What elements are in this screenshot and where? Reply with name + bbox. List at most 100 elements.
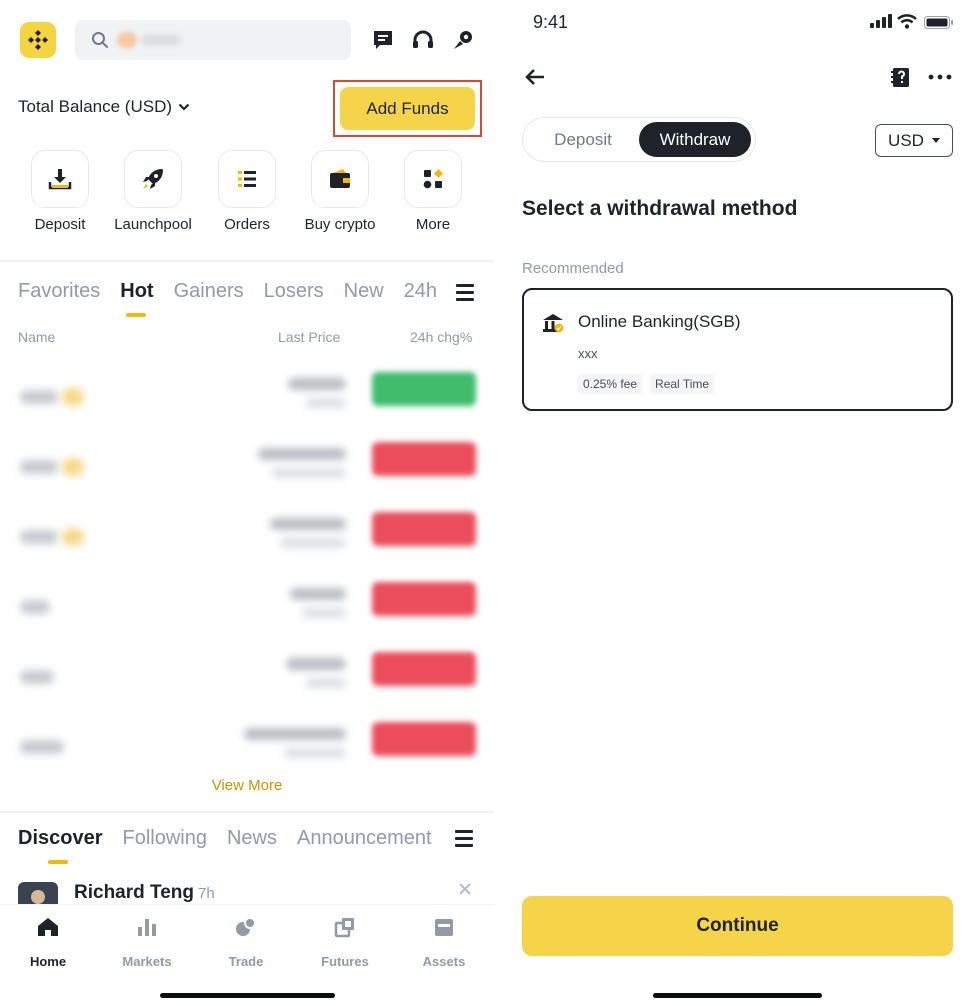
search-suggestion-blur xyxy=(141,35,181,45)
nav-futures[interactable]: Futures xyxy=(305,915,385,969)
page-title: Select a withdrawal method xyxy=(522,197,798,220)
quick-action-label: Launchpool xyxy=(114,216,192,233)
segment-withdraw[interactable]: Withdraw xyxy=(639,122,751,157)
message-icon[interactable] xyxy=(371,28,395,52)
change-pill xyxy=(372,442,476,476)
more-icon[interactable] xyxy=(928,74,952,80)
home-indicator[interactable] xyxy=(160,993,335,998)
quick-action-deposit[interactable]: Deposit xyxy=(20,150,100,233)
pay-icon[interactable] xyxy=(451,28,475,52)
tab-hot[interactable]: Hot xyxy=(120,280,154,317)
view-more-link[interactable]: View More xyxy=(0,777,494,794)
nav-assets[interactable]: Assets xyxy=(404,915,484,969)
price-blur xyxy=(244,728,346,740)
tab-discover[interactable]: Discover xyxy=(18,827,103,864)
price-blur xyxy=(290,588,346,600)
tab-24h[interactable]: 24h xyxy=(404,280,437,303)
method-tags: 0.25% fee Real Time xyxy=(578,374,715,394)
tab-announcement[interactable]: Announcement xyxy=(297,827,432,850)
quick-action-launchpool[interactable]: Launchpool xyxy=(113,150,193,233)
close-icon[interactable] xyxy=(457,881,473,897)
wifi-icon xyxy=(897,14,917,29)
search-suggestion-blur xyxy=(117,32,137,48)
tab-news[interactable]: News xyxy=(227,827,277,850)
home-indicator[interactable] xyxy=(653,993,822,998)
withdraw-screen: 9:41 Deposit Withdraw USD Select a withd… xyxy=(500,0,974,1006)
headset-icon[interactable] xyxy=(411,28,435,52)
currency-select[interactable]: USD xyxy=(875,124,953,157)
column-24h-change[interactable]: 24h chg% xyxy=(410,329,472,345)
price-blur xyxy=(288,378,346,390)
badge-blur xyxy=(62,458,84,476)
badge-blur xyxy=(62,528,84,546)
market-row[interactable] xyxy=(0,648,494,718)
column-last-price[interactable]: Last Price xyxy=(278,329,340,345)
pair-name-blur xyxy=(20,390,58,404)
home-screen: Total Balance (USD) Add Funds Deposit La… xyxy=(0,0,494,1006)
market-row[interactable] xyxy=(0,438,494,508)
order-history-icon[interactable] xyxy=(890,66,912,88)
deposit-withdraw-toggle: Deposit Withdraw xyxy=(522,117,756,162)
total-balance-label: Total Balance (USD) xyxy=(18,97,173,116)
menu-icon[interactable] xyxy=(455,830,473,847)
price-fiat-blur xyxy=(284,748,346,758)
speed-tag: Real Time xyxy=(650,374,715,394)
quick-action-label: More xyxy=(415,216,451,233)
battery-icon xyxy=(924,16,953,29)
quick-action-label: Deposit xyxy=(34,216,86,233)
section-divider xyxy=(0,811,494,813)
status-time: 9:41 xyxy=(533,12,569,32)
add-funds-button[interactable]: Add Funds xyxy=(340,87,475,130)
tab-losers[interactable]: Losers xyxy=(264,280,324,303)
nav-trade[interactable]: Trade xyxy=(206,915,286,969)
market-row[interactable] xyxy=(0,508,494,578)
menu-icon[interactable] xyxy=(456,284,474,301)
quick-action-buy-crypto[interactable]: Buy crypto xyxy=(300,150,380,233)
chevron-down-icon xyxy=(178,103,190,111)
nav-markets[interactable]: Markets xyxy=(107,915,187,969)
list-icon xyxy=(218,150,276,208)
tab-new[interactable]: New xyxy=(344,280,384,303)
market-row[interactable] xyxy=(0,578,494,648)
price-fiat-blur xyxy=(272,468,346,478)
section-divider xyxy=(0,260,494,262)
tab-following[interactable]: Following xyxy=(123,827,207,850)
post-author[interactable]: Richard Teng 7h xyxy=(74,882,215,904)
discover-tabs: Discover Following News Announcement xyxy=(18,827,452,864)
column-name[interactable]: Name xyxy=(18,329,55,345)
home-icon xyxy=(38,918,58,936)
withdrawal-method-card[interactable]: Online Banking(SGB) xxx 0.25% fee Real T… xyxy=(522,288,953,411)
tab-favorites[interactable]: Favorites xyxy=(18,280,100,303)
market-tabs: Favorites Hot Gainers Losers New 24h xyxy=(18,280,457,317)
pair-name-blur xyxy=(20,530,58,544)
total-balance-selector[interactable]: Total Balance (USD) xyxy=(18,97,190,117)
quick-action-orders[interactable]: Orders xyxy=(207,150,287,233)
add-funds-highlight: Add Funds xyxy=(333,80,482,137)
nav-label: Trade xyxy=(228,954,264,969)
pair-name-blur xyxy=(20,670,54,684)
search-bar[interactable] xyxy=(75,20,351,60)
quick-action-more[interactable]: More xyxy=(393,150,473,233)
nav-home[interactable]: Home xyxy=(8,915,88,969)
tab-gainers[interactable]: Gainers xyxy=(174,280,244,303)
market-row[interactable] xyxy=(0,368,494,438)
change-pill xyxy=(372,512,476,546)
price-fiat-blur xyxy=(302,608,346,618)
logo-mark xyxy=(28,30,48,50)
avatar[interactable] xyxy=(18,882,58,904)
nav-label: Markets xyxy=(122,954,172,969)
method-name: Online Banking(SGB) xyxy=(578,312,741,331)
nav-label: Assets xyxy=(422,954,466,969)
futures-icon xyxy=(334,918,354,938)
back-arrow-icon[interactable] xyxy=(524,66,546,88)
change-pill xyxy=(372,582,476,616)
logo-icon[interactable] xyxy=(20,22,56,58)
segment-deposit[interactable]: Deposit xyxy=(527,122,639,157)
feed-post[interactable]: Richard Teng 7h xyxy=(18,878,478,904)
continue-button[interactable]: Continue xyxy=(522,896,953,956)
price-blur xyxy=(270,518,346,530)
method-subtitle: xxx xyxy=(578,346,598,361)
nav-label: Home xyxy=(29,954,67,969)
price-fiat-blur xyxy=(306,398,346,408)
deposit-icon xyxy=(31,150,89,208)
